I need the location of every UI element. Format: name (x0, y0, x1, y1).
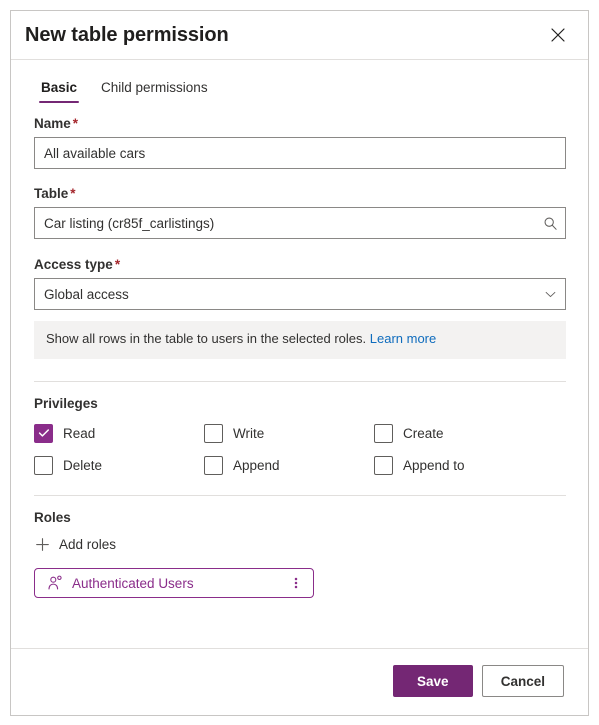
name-label: Name * (34, 116, 566, 131)
role-chip-label: Authenticated Users (72, 575, 194, 591)
roles-title: Roles (34, 509, 71, 525)
privilege-read[interactable]: Read (34, 423, 204, 443)
checkbox-create[interactable] (374, 423, 393, 443)
table-lookup-input[interactable] (34, 207, 566, 239)
access-type-select-wrap: Global access (34, 278, 566, 310)
more-vertical-icon[interactable] (287, 572, 305, 594)
table-field-group: Table * (34, 186, 566, 239)
roles-section: Roles Add roles Authenticated Users (34, 510, 566, 599)
checkbox-delete[interactable] (34, 455, 53, 475)
privilege-append-label: Append (233, 457, 280, 473)
name-input[interactable] (34, 137, 566, 169)
name-required-marker: * (72, 116, 79, 131)
privilege-append[interactable]: Append (204, 455, 374, 475)
plus-icon (34, 537, 50, 553)
privilege-delete[interactable]: Delete (34, 455, 204, 475)
checkbox-append-to[interactable] (374, 455, 393, 475)
access-type-label: Access type * (34, 257, 566, 272)
privileges-title: Privileges (34, 395, 98, 411)
checkbox-write[interactable] (204, 423, 223, 443)
page-title: New table permission (25, 23, 229, 46)
close-icon (551, 28, 565, 42)
privilege-write-label: Write (233, 425, 265, 441)
add-roles-button[interactable]: Add roles (34, 537, 116, 553)
table-required-marker: * (70, 186, 76, 201)
tab-child-permissions-label: Child permissions (101, 80, 208, 95)
name-label-text: Name (34, 116, 71, 131)
add-roles-label: Add roles (59, 537, 117, 553)
checkbox-read[interactable] (34, 423, 53, 443)
table-label: Table * (34, 186, 566, 201)
access-type-selected-value: Global access (44, 286, 129, 302)
access-type-info-banner: Show all rows in the table to users in t… (34, 321, 566, 359)
tab-basic-label: Basic (41, 80, 78, 95)
save-button[interactable]: Save (392, 665, 473, 697)
table-input-wrap (34, 207, 566, 239)
close-button[interactable] (542, 19, 574, 51)
checkbox-append[interactable] (204, 455, 223, 475)
privilege-append-to-label: Append to (403, 457, 465, 473)
privilege-create-label: Create (403, 425, 444, 441)
new-table-permission-dialog: New table permission Basic Child permiss… (10, 10, 589, 716)
privileges-section: Privileges Read Write Create Delete Appe… (34, 396, 566, 475)
access-type-required-marker: * (114, 257, 121, 272)
tab-child-permissions[interactable]: Child permissions (99, 80, 210, 104)
access-type-field-group: Access type * Global access (34, 257, 566, 310)
info-banner-text: Show all rows in the table to users in t… (46, 331, 367, 346)
privileges-grid: Read Write Create Delete Append Append t… (34, 423, 566, 475)
privilege-delete-label: Delete (63, 457, 103, 473)
privilege-read-label: Read (63, 425, 96, 441)
tab-list: Basic Child permissions (11, 60, 588, 104)
name-input-wrap (34, 137, 566, 169)
privilege-create[interactable]: Create (374, 423, 566, 443)
dialog-body: Name* Table* (11, 104, 588, 648)
roles-divider (34, 494, 566, 496)
role-chip-authenticated-users[interactable]: Authenticated Users (34, 568, 314, 599)
name-field-group: Name * (34, 116, 566, 169)
access-type-select[interactable]: Global access (34, 278, 566, 310)
cancel-button[interactable]: Cancel (481, 665, 564, 697)
tab-basic[interactable]: Basic (39, 80, 80, 104)
access-type-label-text: Access type (34, 257, 113, 272)
person-icon (46, 575, 63, 592)
privilege-append-to[interactable]: Append to (374, 455, 566, 475)
dialog-header: New table permission (11, 11, 588, 60)
learn-more-link[interactable]: Learn more (370, 331, 436, 346)
privilege-write[interactable]: Write (204, 423, 374, 443)
dialog-footer: Save Cancel (11, 648, 588, 715)
table-label-text: Table (34, 186, 69, 201)
privileges-divider (34, 380, 566, 382)
